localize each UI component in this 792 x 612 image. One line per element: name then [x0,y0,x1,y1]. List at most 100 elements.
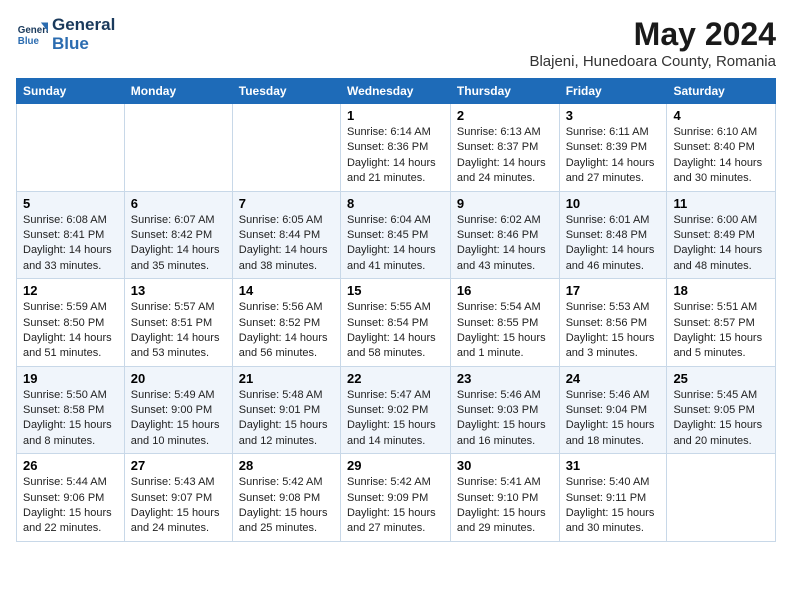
day-cell: 27 Sunrise: 5:43 AM Sunset: 9:07 PM Dayli… [124,454,232,542]
day-info: Sunrise: 5:49 AM Sunset: 9:00 PM Dayligh… [131,388,226,450]
day-cell: 17Sunrise: 5:53 AM Sunset: 8:56 PM Dayli… [559,279,667,367]
title-block: May 2024 Blajeni, Hunedoara County, Roma… [529,16,776,70]
day-cell: 2 Sunrise: 6:13 AM Sunset: 8:37 PM Daylig… [450,104,559,192]
day-cell: 3 Sunrise: 6:11 AM Sunset: 8:39 PM Daylig… [559,104,667,192]
week-row-1: 1 Sunrise: 6:14 AM Sunset: 8:36 PM Daylig… [17,104,776,192]
day-info: Sunrise: 5:41 AM Sunset: 9:10 PM Dayligh… [457,475,553,537]
day-cell: 24Sunrise: 5:46 AM Sunset: 9:04 PM Dayli… [559,366,667,454]
day-info: Sunrise: 6:08 AM Sunset: 8:41 PM Dayligh… [23,213,118,275]
day-cell: 16 Sunrise: 5:54 AM Sunset: 8:55 PM Dayli… [450,279,559,367]
month-title: May 2024 [529,16,776,53]
header-day-saturday: Saturday [667,79,776,104]
day-info: Sunrise: 5:56 AM Sunset: 8:52 PM Dayligh… [239,300,334,362]
day-info: Sunrise: 5:43 AM Sunset: 9:07 PM Dayligh… [131,475,226,537]
day-cell: 22 Sunrise: 5:47 AM Sunset: 9:02 PM Dayli… [340,366,450,454]
day-cell: 8 Sunrise: 6:04 AM Sunset: 8:45 PM Daylig… [340,191,450,279]
day-cell: 20 Sunrise: 5:49 AM Sunset: 9:00 PM Dayli… [124,366,232,454]
day-number: 28 [239,458,334,473]
day-number: 1 [347,108,444,123]
day-number: 15 [347,283,444,298]
day-info: Sunrise: 6:10 AM Sunset: 8:40 PM Dayligh… [673,125,769,187]
logo: General Blue General Blue [16,16,115,53]
day-cell: 1 Sunrise: 6:14 AM Sunset: 8:36 PM Daylig… [340,104,450,192]
day-info: Sunrise: 5:53 AM Sunset: 8:56 PM Dayligh… [566,300,661,362]
header-day-wednesday: Wednesday [340,79,450,104]
day-info: Sunrise: 5:54 AM Sunset: 8:55 PM Dayligh… [457,300,553,362]
day-info: Sunrise: 5:55 AM Sunset: 8:54 PM Dayligh… [347,300,444,362]
day-number: 10 [566,196,661,211]
day-number: 24 [566,371,661,386]
day-info: Sunrise: 6:14 AM Sunset: 8:36 PM Dayligh… [347,125,444,187]
day-cell: 13Sunrise: 5:57 AM Sunset: 8:51 PM Dayli… [124,279,232,367]
logo-blue: Blue [52,35,115,54]
day-cell: 18Sunrise: 5:51 AM Sunset: 8:57 PM Dayli… [667,279,776,367]
day-number: 4 [673,108,769,123]
day-info: Sunrise: 6:07 AM Sunset: 8:42 PM Dayligh… [131,213,226,275]
day-cell [17,104,125,192]
day-cell: 6Sunrise: 6:07 AM Sunset: 8:42 PM Daylig… [124,191,232,279]
day-info: Sunrise: 5:46 AM Sunset: 9:03 PM Dayligh… [457,388,553,450]
day-cell: 9Sunrise: 6:02 AM Sunset: 8:46 PM Daylig… [450,191,559,279]
day-info: Sunrise: 6:04 AM Sunset: 8:45 PM Dayligh… [347,213,444,275]
day-number: 20 [131,371,226,386]
svg-text:Blue: Blue [18,36,40,47]
week-row-2: 5 Sunrise: 6:08 AM Sunset: 8:41 PM Daylig… [17,191,776,279]
day-cell: 10 Sunrise: 6:01 AM Sunset: 8:48 PM Dayli… [559,191,667,279]
day-number: 22 [347,371,444,386]
day-cell: 11 Sunrise: 6:00 AM Sunset: 8:49 PM Dayli… [667,191,776,279]
day-cell: 21Sunrise: 5:48 AM Sunset: 9:01 PM Dayli… [232,366,340,454]
day-info: Sunrise: 5:45 AM Sunset: 9:05 PM Dayligh… [673,388,769,450]
day-info: Sunrise: 5:42 AM Sunset: 9:08 PM Dayligh… [239,475,334,537]
day-cell: 4 Sunrise: 6:10 AM Sunset: 8:40 PM Daylig… [667,104,776,192]
day-cell [232,104,340,192]
day-cell: 29 Sunrise: 5:42 AM Sunset: 9:09 PM Dayli… [340,454,450,542]
day-info: Sunrise: 5:57 AM Sunset: 8:51 PM Dayligh… [131,300,226,362]
day-info: Sunrise: 5:48 AM Sunset: 9:01 PM Dayligh… [239,388,334,450]
day-number: 30 [457,458,553,473]
week-row-3: 12 Sunrise: 5:59 AM Sunset: 8:50 PM Dayli… [17,279,776,367]
day-number: 14 [239,283,334,298]
day-info: Sunrise: 6:01 AM Sunset: 8:48 PM Dayligh… [566,213,661,275]
day-info: Sunrise: 5:40 AM Sunset: 9:11 PM Dayligh… [566,475,661,537]
day-number: 8 [347,196,444,211]
day-info: Sunrise: 5:42 AM Sunset: 9:09 PM Dayligh… [347,475,444,537]
day-info: Sunrise: 5:50 AM Sunset: 8:58 PM Dayligh… [23,388,118,450]
day-info: Sunrise: 5:59 AM Sunset: 8:50 PM Dayligh… [23,300,118,362]
day-cell [124,104,232,192]
day-number: 5 [23,196,118,211]
day-info: Sunrise: 5:47 AM Sunset: 9:02 PM Dayligh… [347,388,444,450]
day-number: 3 [566,108,661,123]
day-cell: 7Sunrise: 6:05 AM Sunset: 8:44 PM Daylig… [232,191,340,279]
day-number: 31 [566,458,661,473]
day-cell [667,454,776,542]
day-cell: 23 Sunrise: 5:46 AM Sunset: 9:03 PM Dayli… [450,366,559,454]
day-number: 27 [131,458,226,473]
logo-general: General [52,16,115,35]
day-info: Sunrise: 6:13 AM Sunset: 8:37 PM Dayligh… [457,125,553,187]
day-number: 23 [457,371,553,386]
day-info: Sunrise: 6:11 AM Sunset: 8:39 PM Dayligh… [566,125,661,187]
day-cell: 28 Sunrise: 5:42 AM Sunset: 9:08 PM Dayli… [232,454,340,542]
header-day-thursday: Thursday [450,79,559,104]
day-info: Sunrise: 6:02 AM Sunset: 8:46 PM Dayligh… [457,213,553,275]
week-row-5: 26Sunrise: 5:44 AM Sunset: 9:06 PM Dayli… [17,454,776,542]
day-cell: 19Sunrise: 5:50 AM Sunset: 8:58 PM Dayli… [17,366,125,454]
day-info: Sunrise: 6:00 AM Sunset: 8:49 PM Dayligh… [673,213,769,275]
day-number: 26 [23,458,118,473]
day-number: 16 [457,283,553,298]
day-cell: 15 Sunrise: 5:55 AM Sunset: 8:54 PM Dayli… [340,279,450,367]
day-number: 18 [673,283,769,298]
day-number: 11 [673,196,769,211]
day-cell: 14 Sunrise: 5:56 AM Sunset: 8:52 PM Dayli… [232,279,340,367]
day-cell: 30 Sunrise: 5:41 AM Sunset: 9:10 PM Dayli… [450,454,559,542]
day-cell: 26Sunrise: 5:44 AM Sunset: 9:06 PM Dayli… [17,454,125,542]
day-number: 12 [23,283,118,298]
day-number: 29 [347,458,444,473]
day-cell: 31 Sunrise: 5:40 AM Sunset: 9:11 PM Dayli… [559,454,667,542]
header-row: SundayMondayTuesdayWednesdayThursdayFrid… [17,79,776,104]
header-day-monday: Monday [124,79,232,104]
page-header: General Blue General Blue May 2024 Blaje… [16,16,776,70]
day-number: 2 [457,108,553,123]
week-row-4: 19Sunrise: 5:50 AM Sunset: 8:58 PM Dayli… [17,366,776,454]
calendar-table: SundayMondayTuesdayWednesdayThursdayFrid… [16,78,776,542]
